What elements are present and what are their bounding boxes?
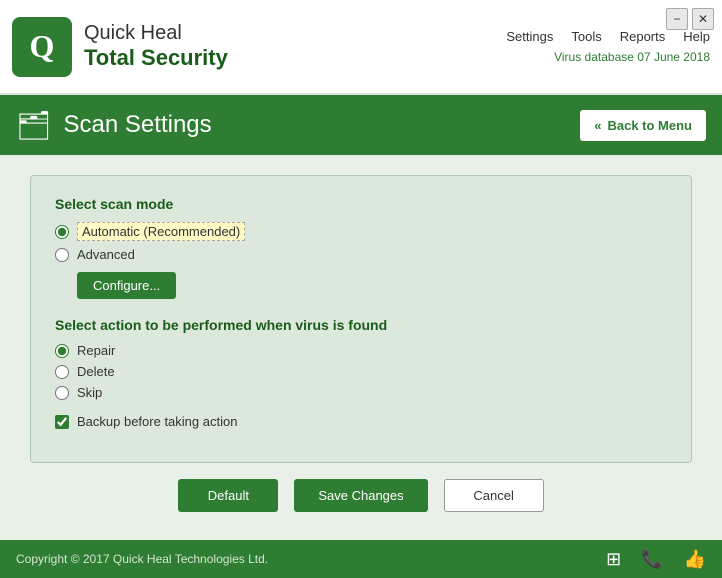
backup-before-action-label: Backup before taking action	[77, 414, 237, 429]
app-logo: Q	[12, 17, 72, 77]
back-button-label: Back to Menu	[607, 118, 692, 133]
scan-mode-advanced-option[interactable]: Advanced	[55, 247, 667, 262]
virus-action-label: Select action to be performed when virus…	[55, 317, 667, 333]
thumbsup-icon[interactable]: 👍	[684, 549, 706, 570]
main-content: Select scan mode Automatic (Recommended)…	[0, 155, 722, 540]
minimize-button[interactable]: −	[666, 8, 688, 30]
virus-action-radio-group: Repair Delete Skip	[55, 343, 667, 400]
action-skip-label: Skip	[77, 385, 102, 400]
scan-mode-automatic-radio[interactable]	[55, 225, 69, 239]
scan-mode-automatic-option[interactable]: Automatic (Recommended)	[55, 222, 667, 241]
app-title-line1: Quick Heal	[84, 22, 228, 45]
cancel-button[interactable]: Cancel	[444, 479, 544, 512]
scan-mode-advanced-radio[interactable]	[55, 248, 69, 262]
status-icons: ⊞ 📞 👍	[606, 549, 706, 570]
virus-database-info: Virus database 07 June 2018	[554, 50, 710, 64]
app-title-line2: Total Security	[84, 45, 228, 71]
nav-tools[interactable]: Tools	[571, 29, 601, 44]
configure-button[interactable]: Configure...	[77, 272, 176, 299]
title-bar: Q Quick Heal Total Security Settings Too…	[0, 0, 722, 95]
backup-before-action-checkbox[interactable]	[55, 415, 69, 429]
action-delete-radio[interactable]	[55, 365, 69, 379]
action-repair-radio[interactable]	[55, 344, 69, 358]
scan-settings-icon: 🗂	[16, 109, 52, 142]
action-skip-option[interactable]: Skip	[55, 385, 667, 400]
scan-mode-label: Select scan mode	[55, 196, 667, 212]
nav-help[interactable]: Help	[683, 29, 710, 44]
section-header: 🗂 Scan Settings « Back to Menu	[0, 95, 722, 155]
backup-before-action-option[interactable]: Backup before taking action	[55, 414, 667, 429]
header-right: Settings Tools Reports Help Virus databa…	[506, 29, 710, 64]
status-bar: Copyright © 2017 Quick Heal Technologies…	[0, 540, 722, 578]
scan-mode-automatic-label: Automatic (Recommended)	[77, 222, 245, 241]
action-delete-option[interactable]: Delete	[55, 364, 667, 379]
settings-panel: Select scan mode Automatic (Recommended)…	[30, 175, 692, 463]
back-to-menu-button[interactable]: « Back to Menu	[580, 110, 706, 141]
nav-reports[interactable]: Reports	[620, 29, 666, 44]
action-delete-label: Delete	[77, 364, 115, 379]
section-title-area: 🗂 Scan Settings	[16, 109, 212, 142]
page-title: Scan Settings	[64, 111, 212, 139]
window-controls: − ✕	[666, 8, 714, 30]
logo-letter: Q	[30, 28, 55, 65]
copyright-text: Copyright © 2017 Quick Heal Technologies…	[16, 552, 268, 566]
back-chevron-icon: «	[594, 118, 601, 133]
grid-icon[interactable]: ⊞	[606, 549, 621, 570]
action-repair-option[interactable]: Repair	[55, 343, 667, 358]
scan-mode-advanced-label: Advanced	[77, 247, 135, 262]
default-button[interactable]: Default	[178, 479, 278, 512]
action-repair-label: Repair	[77, 343, 115, 358]
close-button[interactable]: ✕	[692, 8, 714, 30]
nav-settings[interactable]: Settings	[506, 29, 553, 44]
nav-menu: Settings Tools Reports Help	[506, 29, 710, 44]
footer-buttons: Default Save Changes Cancel	[30, 463, 692, 520]
phone-icon[interactable]: 📞	[641, 549, 663, 570]
action-skip-radio[interactable]	[55, 386, 69, 400]
app-title: Quick Heal Total Security	[84, 22, 228, 71]
save-changes-button[interactable]: Save Changes	[294, 479, 427, 512]
scan-mode-radio-group: Automatic (Recommended) Advanced	[55, 222, 667, 262]
